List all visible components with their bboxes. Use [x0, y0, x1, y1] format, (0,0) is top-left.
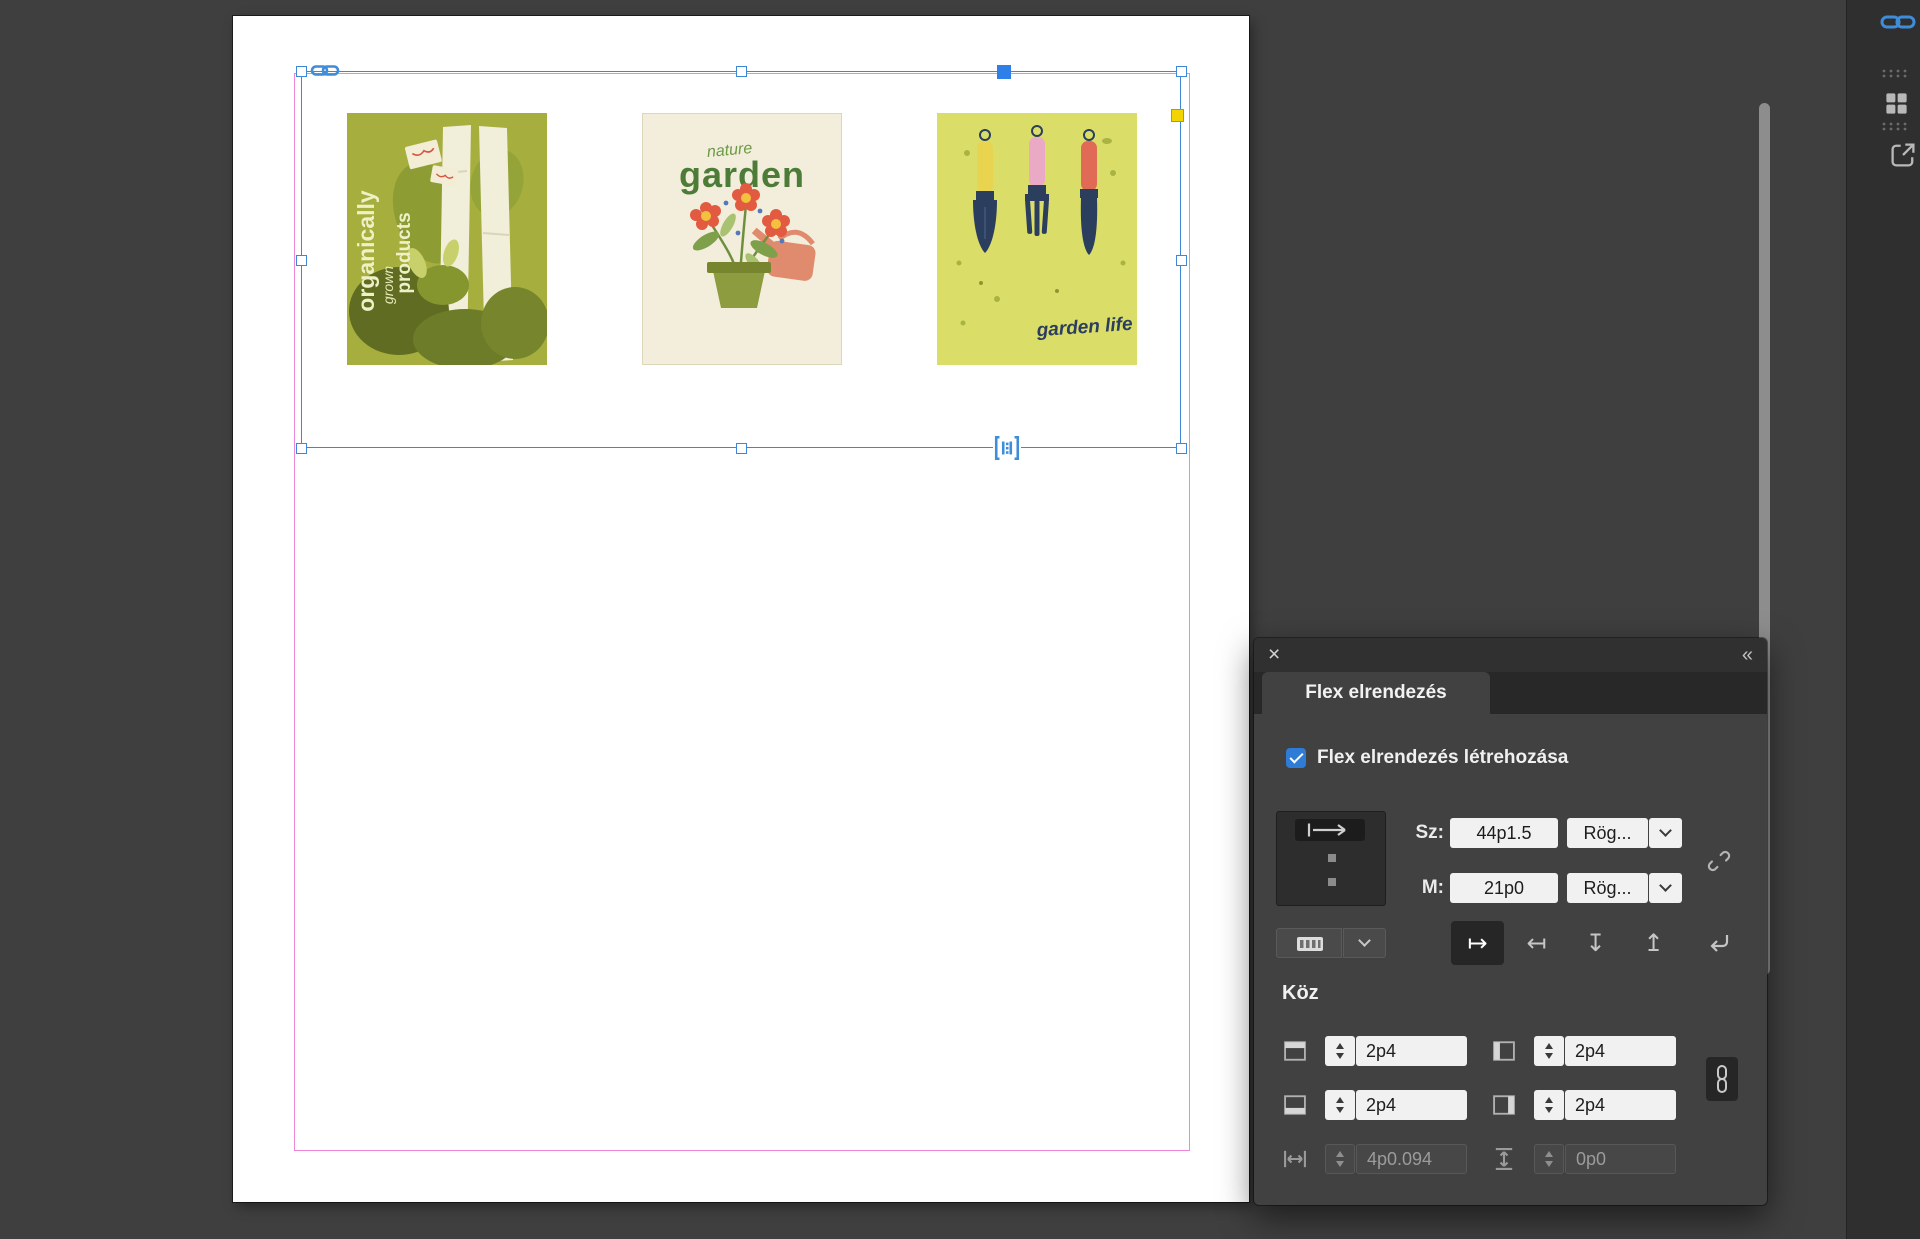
preview-item-dot — [1328, 878, 1336, 886]
width-mode-select[interactable]: Rög... — [1567, 818, 1648, 848]
flex-direction-down-button[interactable]: ↧ — [1569, 921, 1622, 965]
height-label: M: — [1372, 873, 1444, 903]
gap-right-icon — [1490, 1091, 1518, 1119]
chain-icon — [1714, 1064, 1730, 1094]
dock-grip[interactable] — [1880, 68, 1912, 79]
gap-bottom-input[interactable]: 2p4 — [1356, 1090, 1467, 1120]
height-mode-dropdown[interactable] — [1649, 873, 1682, 903]
wrap-toggle-icon[interactable] — [1703, 929, 1733, 957]
export-panel-icon[interactable] — [1888, 140, 1918, 170]
flow-arrow-icon — [1295, 819, 1365, 841]
chevron-down-icon — [1659, 879, 1672, 892]
gap-right-input[interactable]: 2p4 — [1565, 1090, 1676, 1120]
corner-editor-handle[interactable] — [1171, 109, 1184, 122]
panel-tab-bar: Flex elrendezés — [1254, 672, 1767, 714]
close-icon[interactable]: × — [1268, 638, 1280, 672]
linked-content-icon — [310, 62, 340, 79]
distribution-dropdown[interactable] — [1343, 928, 1386, 958]
gap-top-icon — [1281, 1037, 1309, 1065]
selection-handle-tm[interactable] — [736, 66, 747, 77]
selection-handle-bl[interactable] — [296, 443, 307, 454]
gap-right-stepper[interactable] — [1534, 1090, 1564, 1120]
gap-left-input[interactable]: 2p4 — [1565, 1036, 1676, 1066]
collapse-panel-icon[interactable]: « — [1742, 638, 1753, 672]
v-space-stepper — [1534, 1144, 1564, 1174]
tab-flex-layout[interactable]: Flex elrendezés — [1262, 672, 1490, 714]
links-panel-icon[interactable] — [1880, 12, 1916, 32]
panel-header: × « — [1254, 638, 1767, 672]
selection-handle-mr[interactable] — [1176, 255, 1187, 266]
gap-top-input[interactable]: 2p4 — [1356, 1036, 1467, 1066]
gap-left-stepper[interactable] — [1534, 1036, 1564, 1066]
height-mode-select[interactable]: Rög... — [1567, 873, 1648, 903]
selection-handle-tl[interactable] — [296, 66, 307, 77]
h-space-input: 4p0.094 — [1356, 1144, 1467, 1174]
flex-layout-panel: × « Flex elrendezés Flex elrendezés létr… — [1254, 638, 1767, 1205]
gap-top-stepper[interactable] — [1325, 1036, 1355, 1066]
panel-dock — [1846, 0, 1920, 1239]
flex-direction-left-button[interactable]: ↤ — [1510, 921, 1563, 965]
vertical-space-icon — [1490, 1145, 1518, 1173]
active-item-handle[interactable] — [997, 65, 1011, 79]
flex-direction-up-button[interactable]: ↥ — [1627, 921, 1680, 965]
unlink-size-icon[interactable] — [1706, 848, 1732, 874]
height-input[interactable]: 21p0 — [1450, 873, 1558, 903]
distribution-select[interactable] — [1276, 928, 1342, 958]
horizontal-space-icon — [1281, 1145, 1309, 1173]
gap-bottom-icon — [1281, 1091, 1309, 1119]
flex-direction-right-button[interactable]: ↦ — [1451, 921, 1504, 965]
chevron-down-icon — [1358, 934, 1371, 947]
selection-handle-ml[interactable] — [296, 255, 307, 266]
width-input[interactable]: 44p1.5 — [1450, 818, 1558, 848]
preview-item-dot — [1328, 854, 1336, 862]
gap-left-icon — [1490, 1037, 1518, 1065]
gap-link-button[interactable] — [1706, 1057, 1738, 1101]
layout-preview — [1276, 811, 1386, 906]
width-label: Sz: — [1372, 818, 1444, 848]
selection-handle-br[interactable] — [1176, 443, 1187, 454]
selection-handle-bm[interactable] — [736, 443, 747, 454]
width-mode-dropdown[interactable] — [1649, 818, 1682, 848]
distribution-pattern-icon — [1296, 936, 1324, 952]
flex-layout-badge-icon[interactable] — [993, 434, 1021, 462]
create-flex-label: Flex elrendezés létrehozása — [1317, 748, 1568, 768]
v-space-input: 0p0 — [1565, 1144, 1676, 1174]
selection-handle-tr[interactable] — [1176, 66, 1187, 77]
chevron-down-icon — [1659, 824, 1672, 837]
selection-frame[interactable] — [301, 71, 1181, 448]
indesign-workspace: organically grown products nature garden — [0, 0, 1920, 1239]
dock-grip[interactable] — [1880, 121, 1912, 132]
gap-heading: Köz — [1282, 982, 1319, 1005]
gap-bottom-stepper[interactable] — [1325, 1090, 1355, 1120]
create-flex-checkbox[interactable] — [1286, 748, 1306, 768]
pages-panel-icon[interactable] — [1883, 90, 1910, 117]
h-space-stepper — [1325, 1144, 1355, 1174]
